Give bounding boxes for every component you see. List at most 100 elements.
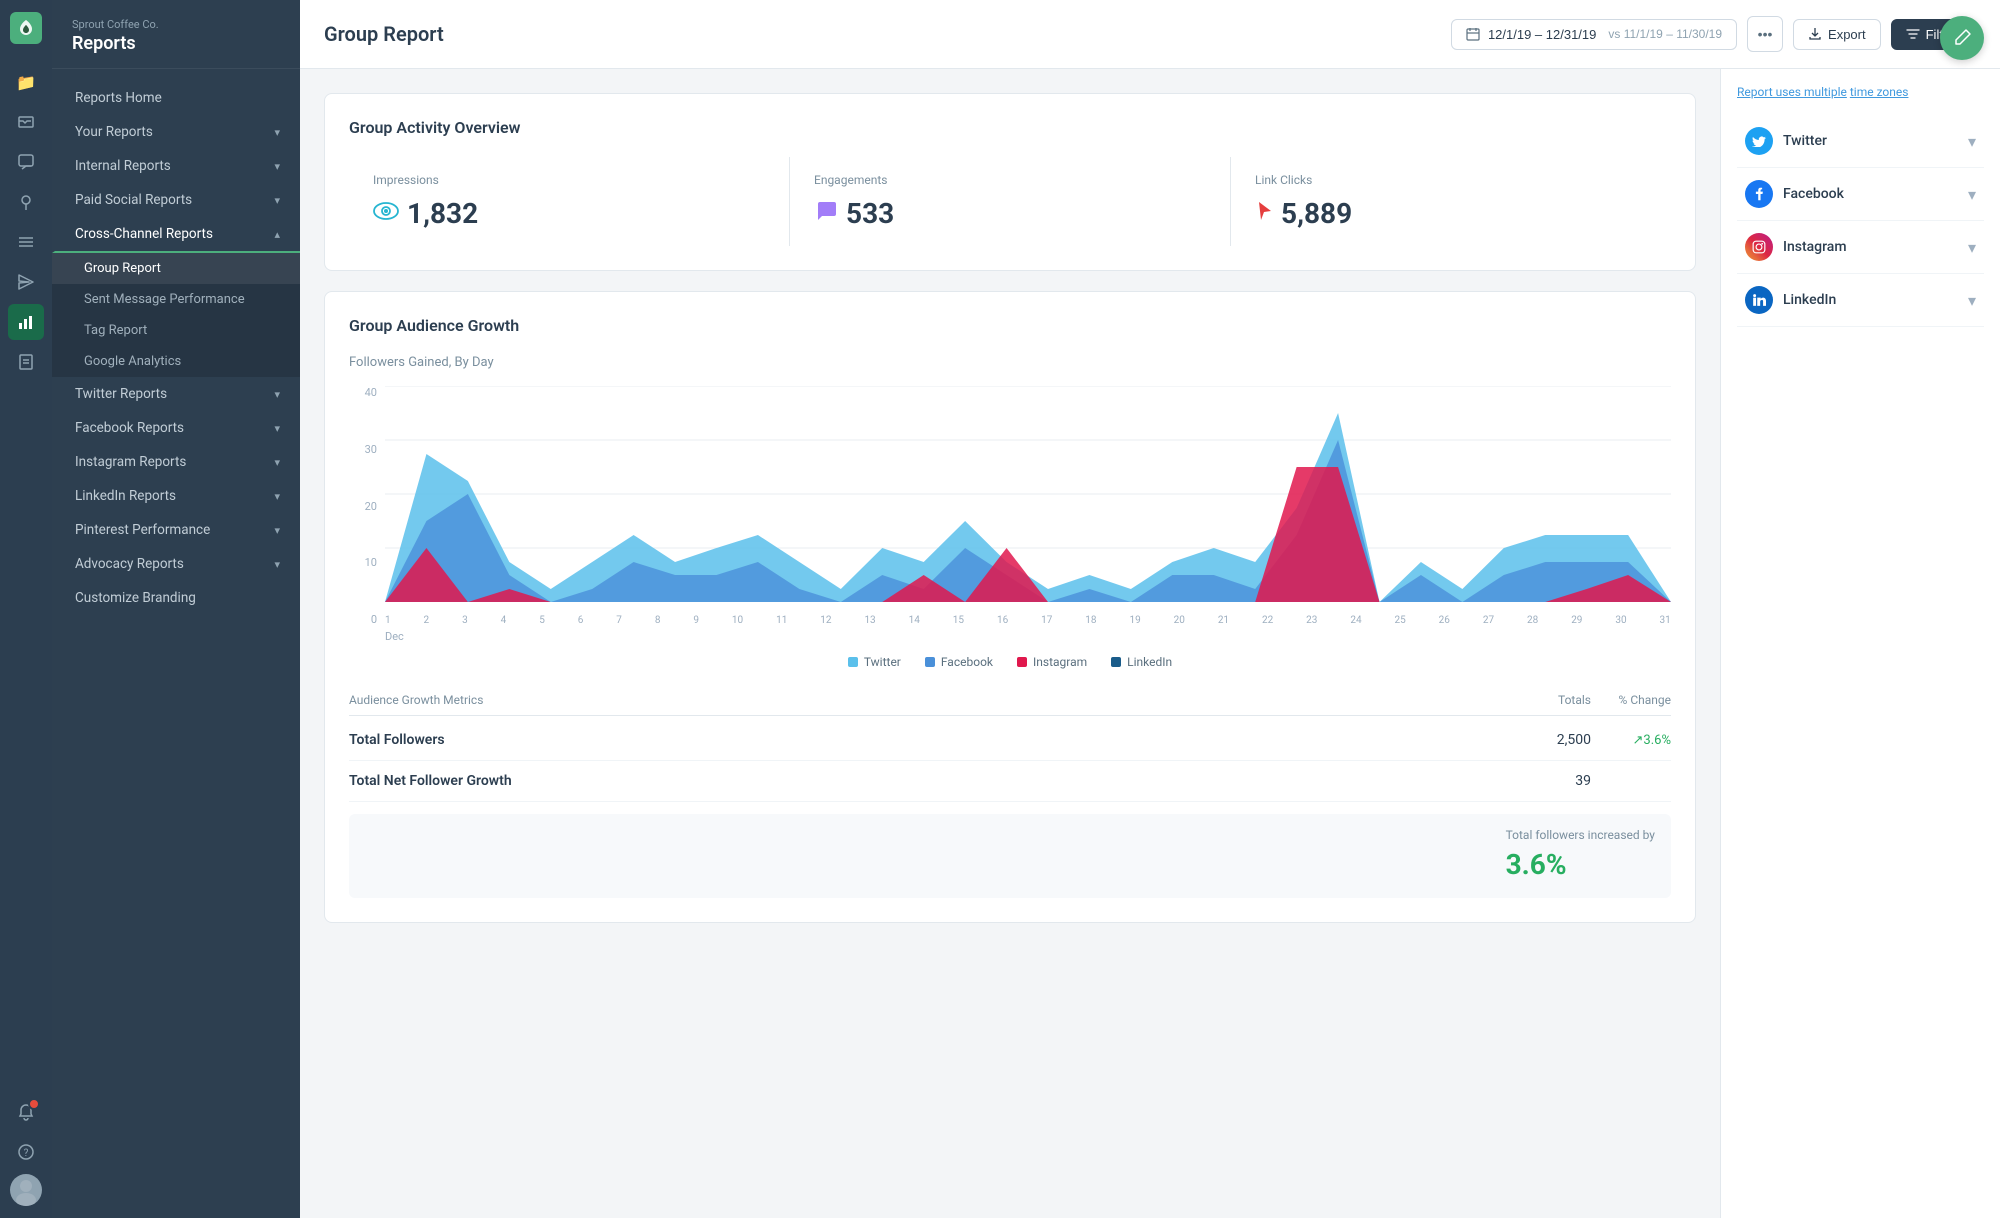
more-options-button[interactable]: ••• xyxy=(1747,16,1783,52)
sidebar-item-linkedin-reports[interactable]: LinkedIn Reports ▾ xyxy=(52,479,300,513)
y-label-10: 10 xyxy=(349,556,377,569)
sidebar-item-cross-channel[interactable]: Cross-Channel Reports ▴ xyxy=(52,217,300,253)
total-followers-label: Total Followers xyxy=(349,732,1511,748)
engagements-icon xyxy=(814,200,838,228)
sidebar-item-pinterest[interactable]: Pinterest Performance ▾ xyxy=(52,513,300,547)
timezone-note: Report uses multiple time zones xyxy=(1737,85,1984,99)
table-row-total-followers: Total Followers 2,500 ↗3.6% xyxy=(349,720,1671,761)
chevron-down-icon: ▾ xyxy=(274,194,280,207)
link-clicks-label: Link Clicks xyxy=(1255,173,1647,187)
x-label-4: 4 xyxy=(501,615,507,626)
vs-date-text: vs 11/1/19 – 11/30/19 xyxy=(1608,27,1722,41)
engagements-label: Engagements xyxy=(814,173,1206,187)
x-label-10: 10 xyxy=(732,615,743,626)
inbox-icon[interactable] xyxy=(8,104,44,140)
date-picker-button[interactable]: 12/1/19 – 12/31/19 vs 11/1/19 – 11/30/19 xyxy=(1451,19,1737,50)
link-clicks-value: 5,889 xyxy=(1255,197,1647,230)
app-logo[interactable] xyxy=(10,12,42,44)
platform-linkedin[interactable]: LinkedIn ▾ xyxy=(1737,274,1984,327)
timezone-link[interactable]: multiple xyxy=(1804,85,1847,99)
total-followers-change: ↗3.6% xyxy=(1591,733,1671,748)
list-icon[interactable] xyxy=(8,224,44,260)
y-label-30: 30 xyxy=(349,443,377,456)
x-label-19: 19 xyxy=(1129,615,1140,626)
audience-growth-card: Group Audience Growth Followers Gained, … xyxy=(324,291,1696,923)
table-header: Audience Growth Metrics Totals % Change xyxy=(349,685,1671,716)
company-name: Sprout Coffee Co. xyxy=(72,18,280,31)
export-button[interactable]: Export xyxy=(1793,19,1881,50)
edit-fab-button[interactable] xyxy=(1940,16,1984,60)
platform-instagram[interactable]: Instagram ▾ xyxy=(1737,221,1984,274)
user-avatar[interactable] xyxy=(10,1174,42,1206)
x-label-3: 3 xyxy=(462,615,468,626)
chevron-down-icon: ▾ xyxy=(274,456,280,469)
topbar-actions: 12/1/19 – 12/31/19 vs 11/1/19 – 11/30/19… xyxy=(1451,16,1976,52)
page-title: Group Report xyxy=(324,22,444,46)
sidebar-item-group-report[interactable]: Group Report xyxy=(52,253,300,284)
chart-subtitle: Followers Gained, By Day xyxy=(349,355,1671,370)
net-growth-label: Total Net Follower Growth xyxy=(349,773,1511,789)
engagements-metric: Engagements 533 xyxy=(790,157,1231,246)
x-label-25: 25 xyxy=(1395,615,1406,626)
x-label-5: 5 xyxy=(539,615,545,626)
pin-icon[interactable] xyxy=(8,184,44,220)
sidebar-nav: Reports Home Your Reports ▾ Internal Rep… xyxy=(52,69,300,1218)
folder-icon[interactable]: 📁 xyxy=(8,64,44,100)
audience-growth-title: Group Audience Growth xyxy=(349,316,1671,335)
sidebar-item-internal-reports[interactable]: Internal Reports ▾ xyxy=(52,149,300,183)
legend-instagram: Instagram xyxy=(1017,655,1087,669)
sidebar-item-customize-branding[interactable]: Customize Branding xyxy=(52,581,300,615)
sidebar-item-facebook-reports[interactable]: Facebook Reports ▾ xyxy=(52,411,300,445)
x-label-20: 20 xyxy=(1174,615,1185,626)
main-content: Group Report 12/1/19 – 12/31/19 vs 11/1/… xyxy=(300,0,2000,1218)
notification-icon[interactable] xyxy=(8,1094,44,1130)
x-label-17: 17 xyxy=(1041,615,1052,626)
link-clicks-metric: Link Clicks 5,889 xyxy=(1231,157,1671,246)
x-label-27: 27 xyxy=(1483,615,1494,626)
x-axis-month: Dec xyxy=(385,630,1671,643)
sidebar-item-instagram-reports[interactable]: Instagram Reports ▾ xyxy=(52,445,300,479)
x-label-12: 12 xyxy=(820,615,831,626)
info-big-percent: 3.6% xyxy=(1506,844,1655,886)
metrics-row: Impressions 1,832 Engagements xyxy=(349,157,1671,246)
chart-container: 0 10 20 30 40 xyxy=(349,386,1671,626)
svg-text:?: ? xyxy=(24,1148,29,1159)
facebook-icon xyxy=(1745,180,1773,208)
sidebar-item-tag-report[interactable]: Tag Report xyxy=(52,315,300,346)
legend-twitter: Twitter xyxy=(848,655,901,669)
chart-y-axis: 0 10 20 30 40 xyxy=(349,386,377,626)
send-icon[interactable] xyxy=(8,264,44,300)
icon-rail: 📁 ? xyxy=(0,0,52,1218)
impressions-value: 1,832 xyxy=(373,197,765,230)
platform-twitter[interactable]: Twitter ▾ xyxy=(1737,115,1984,168)
sidebar-item-sent-message[interactable]: Sent Message Performance xyxy=(52,284,300,315)
info-text: Total followers increased by 3.6% xyxy=(1506,826,1655,886)
sidebar-item-twitter-reports[interactable]: Twitter Reports ▾ xyxy=(52,377,300,411)
platform-facebook[interactable]: Facebook ▾ xyxy=(1737,168,1984,221)
help-icon[interactable]: ? xyxy=(8,1134,44,1170)
message-icon[interactable] xyxy=(8,144,44,180)
chevron-down-icon: ▾ xyxy=(274,524,280,537)
group-activity-card: Group Activity Overview Impressions 1,83… xyxy=(324,93,1696,271)
chart-icon[interactable] xyxy=(8,304,44,340)
x-label-6: 6 xyxy=(578,615,584,626)
twitter-name: Twitter xyxy=(1783,133,1827,149)
total-followers-value: 2,500 xyxy=(1511,732,1591,748)
sidebar-item-advocacy[interactable]: Advocacy Reports ▾ xyxy=(52,547,300,581)
export-icon xyxy=(1808,27,1822,41)
timezone-text-before: Report uses xyxy=(1737,85,1804,99)
sidebar-item-paid-social[interactable]: Paid Social Reports ▾ xyxy=(52,183,300,217)
sidebar-item-your-reports[interactable]: Your Reports ▾ xyxy=(52,115,300,149)
col-header-metrics: Audience Growth Metrics xyxy=(349,693,1511,707)
sidebar-item-reports-home[interactable]: Reports Home xyxy=(52,81,300,115)
topbar: Group Report 12/1/19 – 12/31/19 vs 11/1/… xyxy=(300,0,2000,69)
twitter-icon xyxy=(1745,127,1773,155)
legend-dot-twitter xyxy=(848,657,858,667)
linkedin-name: LinkedIn xyxy=(1783,292,1836,308)
x-label-21: 21 xyxy=(1218,615,1229,626)
twitter-chevron-icon: ▾ xyxy=(1968,132,1976,151)
sidebar-item-google-analytics[interactable]: Google Analytics xyxy=(52,346,300,377)
export-label: Export xyxy=(1828,27,1866,42)
chart-svg-area xyxy=(385,386,1671,602)
task-icon[interactable] xyxy=(8,344,44,380)
